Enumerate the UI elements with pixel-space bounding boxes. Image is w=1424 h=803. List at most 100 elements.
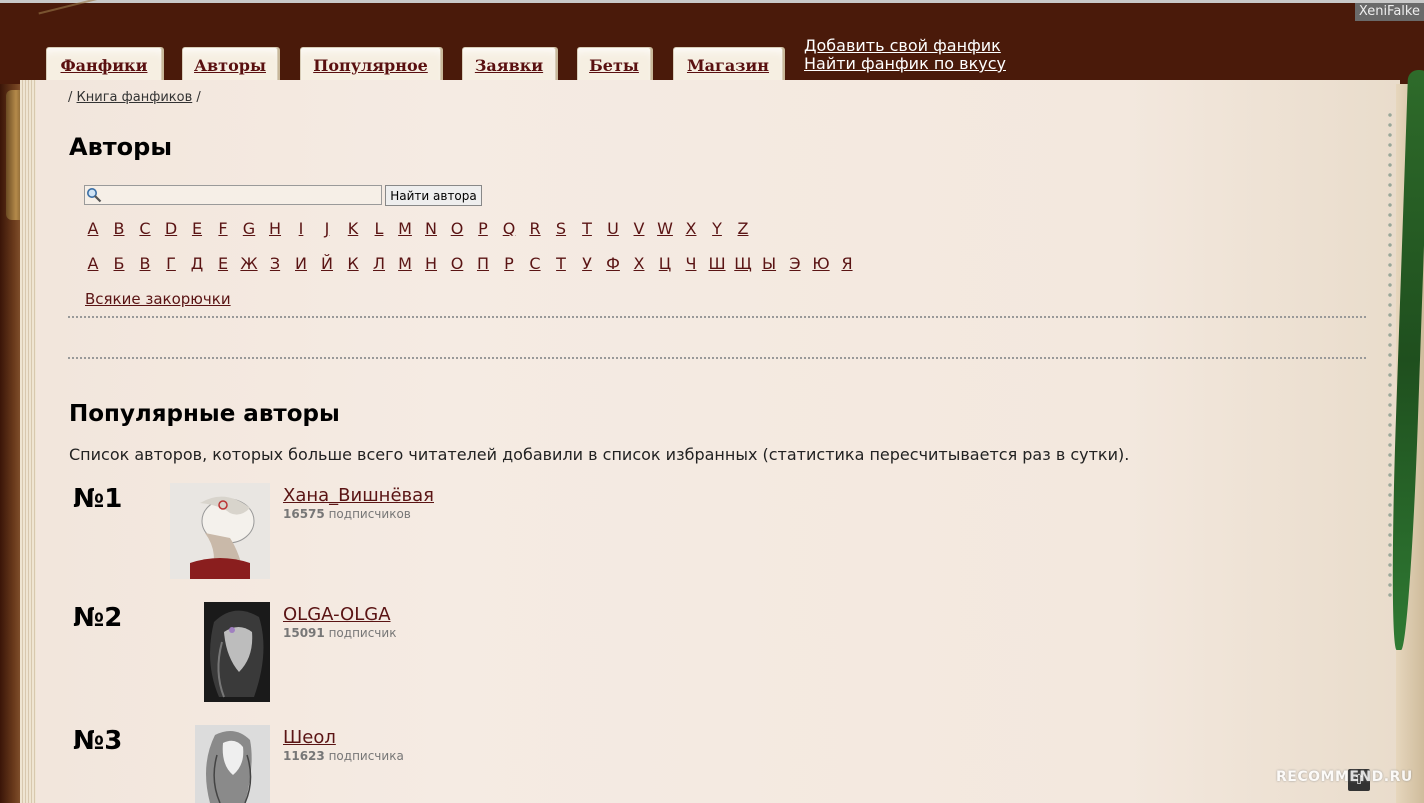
alphabet-letter-link[interactable]: Л: [366, 254, 392, 273]
author-avatar[interactable]: [204, 602, 270, 702]
misc-symbols-link[interactable]: Всякие закорючки: [85, 290, 231, 308]
author-name-link[interactable]: Хана_Вишнёвая: [283, 485, 434, 506]
alphabet-letter-link[interactable]: Н: [418, 254, 444, 273]
alphabet-letter-link[interactable]: W: [652, 219, 678, 238]
alphabet-letter-link[interactable]: D: [158, 219, 184, 238]
page-title: Авторы: [69, 133, 173, 161]
find-fanfic-link[interactable]: Найти фанфик по вкусу: [804, 55, 1006, 73]
alphabet-letter-link[interactable]: G: [236, 219, 262, 238]
tab-betas[interactable]: Беты: [577, 47, 651, 83]
alphabet-letter-link[interactable]: A: [80, 219, 106, 238]
alphabet-letter-link[interactable]: Ю: [808, 254, 834, 273]
alphabet-letter-link[interactable]: B: [106, 219, 132, 238]
subscriber-label: подписчик: [328, 626, 397, 640]
header-bar: XeniFalke Фанфики Авторы Популярное Заяв…: [0, 0, 1424, 84]
tab-fanfics[interactable]: Фанфики: [46, 47, 162, 83]
subscriber-count: 11623 подписчика: [283, 749, 404, 763]
alphabet-letter-link[interactable]: F: [210, 219, 236, 238]
rank-label: №3: [73, 726, 123, 756]
alphabet-letter-link[interactable]: E: [184, 219, 210, 238]
alphabet-letter-link[interactable]: Д: [184, 254, 210, 273]
search-icon: [87, 188, 102, 203]
alphabet-letter-link[interactable]: X: [678, 219, 704, 238]
alphabet-letter-link[interactable]: Э: [782, 254, 808, 273]
divider: [68, 316, 1366, 318]
tab-popular[interactable]: Популярное: [300, 47, 441, 83]
alphabet-letter-link[interactable]: O: [444, 219, 470, 238]
alphabet-letter-link[interactable]: А: [80, 254, 106, 273]
popular-authors-title: Популярные авторы: [69, 401, 340, 427]
alphabet-letter-link[interactable]: C: [132, 219, 158, 238]
alphabet-letter-link[interactable]: Z: [730, 219, 756, 238]
alphabet-letter-link[interactable]: Б: [106, 254, 132, 273]
alphabet-letter-link[interactable]: P: [470, 219, 496, 238]
popular-description: Список авторов, которых больше всего чит…: [69, 445, 1130, 464]
alphabet-letter-link[interactable]: M: [392, 219, 418, 238]
author-avatar[interactable]: [170, 483, 270, 579]
alphabet-letter-link[interactable]: U: [600, 219, 626, 238]
author-name-link[interactable]: Шеол: [283, 727, 336, 748]
rank-label: №2: [73, 603, 123, 633]
tab-shop[interactable]: Магазин: [673, 47, 783, 83]
subscriber-label: подписчика: [328, 749, 404, 763]
breadcrumb-link-book[interactable]: Книга фанфиков: [77, 90, 193, 105]
alphabet-letter-link[interactable]: S: [548, 219, 574, 238]
alphabet-letter-link[interactable]: Х: [626, 254, 652, 273]
alphabet-letter-link[interactable]: И: [288, 254, 314, 273]
alphabet-letter-link[interactable]: К: [340, 254, 366, 273]
alphabet-letter-link[interactable]: N: [418, 219, 444, 238]
find-author-button[interactable]: Найти автора: [385, 185, 482, 206]
alphabet-letter-link[interactable]: З: [262, 254, 288, 273]
alphabet-letter-link[interactable]: L: [366, 219, 392, 238]
alphabet-letter-link[interactable]: Q: [496, 219, 522, 238]
alphabet-letter-link[interactable]: Т: [548, 254, 574, 273]
alphabet-letter-link[interactable]: Р: [496, 254, 522, 273]
alphabet-letter-link[interactable]: V: [626, 219, 652, 238]
tab-authors[interactable]: Авторы: [182, 47, 278, 83]
author-search-input[interactable]: [84, 185, 382, 205]
alphabet-letter-link[interactable]: С: [522, 254, 548, 273]
decorative-line: [38, 0, 102, 32]
alphabet-letter-link[interactable]: В: [132, 254, 158, 273]
alphabet-letter-link[interactable]: Ы: [756, 254, 782, 273]
author-name-link[interactable]: OLGA-OLGA: [283, 604, 391, 625]
subscriber-label: подписчиков: [328, 507, 411, 521]
alphabet-letter-link[interactable]: Е: [210, 254, 236, 273]
subscriber-number: 16575: [283, 507, 325, 521]
alphabet-letter-link[interactable]: R: [522, 219, 548, 238]
alphabet-letter-link[interactable]: Y: [704, 219, 730, 238]
alphabet-letter-link[interactable]: Й: [314, 254, 340, 273]
alphabet-letter-link[interactable]: М: [392, 254, 418, 273]
alphabet-letter-link[interactable]: Я: [834, 254, 860, 273]
alphabet-letter-link[interactable]: H: [262, 219, 288, 238]
alphabet-letter-link[interactable]: Ц: [652, 254, 678, 273]
alphabet-letter-link[interactable]: У: [574, 254, 600, 273]
cyrillic-alphabet: АБВГДЕЖЗИЙКЛМНОПРСТУФХЦЧШЩЫЭЮЯ: [80, 254, 860, 273]
alphabet-letter-link[interactable]: Ч: [678, 254, 704, 273]
subscriber-number: 11623: [283, 749, 325, 763]
tab-requests[interactable]: Заявки: [462, 47, 556, 83]
alphabet-letter-link[interactable]: Ж: [236, 254, 262, 273]
rank-label: №1: [73, 484, 123, 514]
divider: [68, 357, 1366, 359]
alphabet-letter-link[interactable]: П: [470, 254, 496, 273]
alphabet-letter-link[interactable]: Щ: [730, 254, 756, 273]
alphabet-letter-link[interactable]: Г: [158, 254, 184, 273]
top-links: Добавить свой фанфик Найти фанфик по вку…: [804, 37, 1006, 73]
breadcrumb-sep: /: [68, 90, 73, 105]
alphabet-letter-link[interactable]: K: [340, 219, 366, 238]
add-fanfic-link[interactable]: Добавить свой фанфик: [804, 37, 1006, 55]
alphabet-letter-link[interactable]: Ш: [704, 254, 730, 273]
alphabet-letter-link[interactable]: О: [444, 254, 470, 273]
alphabet-letter-link[interactable]: T: [574, 219, 600, 238]
breadcrumb: / Книга фанфиков /: [68, 90, 201, 105]
watermark: RECOMMEND.RU: [1276, 769, 1413, 785]
alphabet-letter-link[interactable]: I: [288, 219, 314, 238]
alphabet-letter-link[interactable]: Ф: [600, 254, 626, 273]
subscriber-count: 16575 подписчиков: [283, 507, 411, 521]
author-avatar[interactable]: [195, 725, 270, 803]
subscriber-count: 15091 подписчик: [283, 626, 396, 640]
latin-alphabet: ABCDEFGHIJKLMNOPQRSTUVWXYZ: [80, 219, 756, 238]
subscriber-number: 15091: [283, 626, 325, 640]
alphabet-letter-link[interactable]: J: [314, 219, 340, 238]
